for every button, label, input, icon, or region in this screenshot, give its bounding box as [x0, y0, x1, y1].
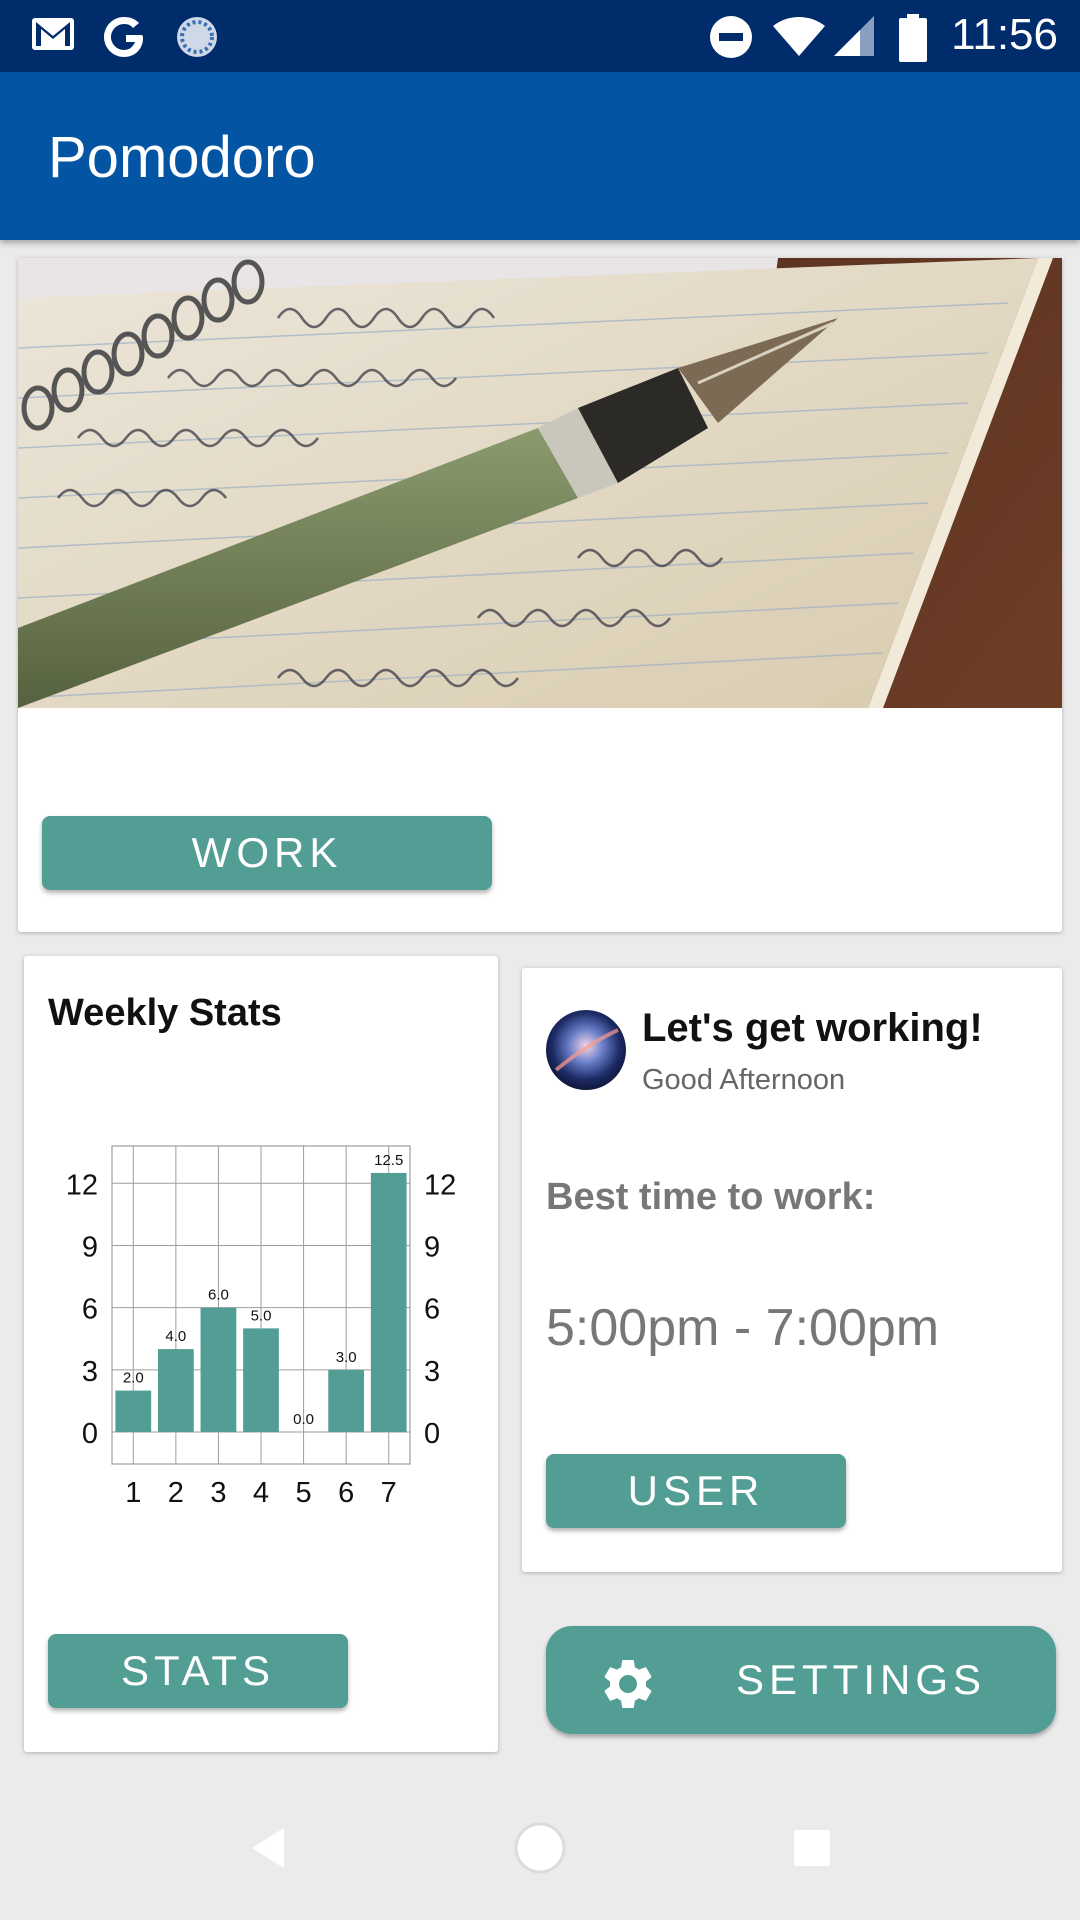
bar-day-3: [200, 1307, 237, 1432]
signal-icon: [834, 16, 874, 56]
x-tick-label: 1: [125, 1477, 141, 1509]
greeting-title: Let's get working!: [642, 1006, 983, 1050]
y-tick-label-left: 0: [82, 1418, 98, 1450]
greeting-subtitle: Good Afternoon: [642, 1064, 846, 1096]
y-tick-label-left: 3: [82, 1356, 98, 1388]
settings-label: SETTINGS: [736, 1656, 987, 1703]
clock: 11:56: [951, 10, 1058, 59]
x-tick-label: 3: [210, 1477, 226, 1509]
bar-value-label: 6.0: [208, 1287, 229, 1304]
y-tick-label-right: 0: [424, 1418, 440, 1450]
y-tick-label-right: 6: [424, 1294, 440, 1326]
y-tick-label-right: 3: [424, 1356, 440, 1388]
x-tick-label: 7: [381, 1477, 397, 1509]
bar-value-label: 4.0: [165, 1328, 186, 1345]
x-tick-label: 6: [338, 1477, 354, 1509]
navigation-bar: [0, 1780, 1080, 1920]
x-tick-label: 2: [168, 1477, 184, 1509]
bar-value-label: 3.0: [336, 1349, 357, 1366]
work-button[interactable]: WORK: [42, 816, 492, 890]
sync-icon: [177, 17, 217, 57]
battery-icon: [899, 14, 927, 62]
home-icon[interactable]: [512, 1820, 568, 1876]
y-tick-label-left: 12: [66, 1169, 98, 1201]
y-tick-label-right: 12: [424, 1169, 456, 1201]
y-tick-label-left: 6: [82, 1294, 98, 1326]
weekly-stats-card: Weekly Stats 0 0 3 3 6 6 9 9 12 12 2.0 1 4.0 2 6.0 3 5.0…: [24, 956, 498, 1752]
user-button[interactable]: USER: [546, 1454, 846, 1528]
wifi-icon: [773, 17, 825, 56]
weekly-stats-title: Weekly Stats: [48, 992, 282, 1034]
stats-button[interactable]: STATS: [48, 1634, 348, 1708]
best-time-value: 5:00pm - 7:00pm: [546, 1299, 940, 1357]
weekly-stats-chart: 0 0 3 3 6 6 9 9 12 12 2.0 1 4.0 2 6.0 3 5.0 4 0.0 5 3.0 6 12.5…: [66, 1145, 456, 1509]
google-icon: [104, 17, 143, 57]
user-card: Let's get working! Good Afternoon Best t…: [522, 968, 1062, 1572]
bar-day-2: [157, 1349, 194, 1432]
recents-icon[interactable]: [792, 1828, 832, 1868]
gmail-icon: [32, 18, 74, 50]
avatar: [546, 1010, 626, 1090]
bar-value-label: 5.0: [251, 1307, 272, 1324]
x-tick-label: 4: [253, 1477, 269, 1509]
y-tick-label-left: 9: [82, 1231, 98, 1263]
bar-value-label: 12.5: [374, 1152, 403, 1169]
settings-button[interactable]: SETTINGS: [546, 1626, 1056, 1734]
notebook-pen-image: [18, 258, 1062, 708]
back-icon[interactable]: [248, 1826, 288, 1870]
bar-day-6: [328, 1369, 365, 1432]
x-tick-label: 5: [296, 1477, 312, 1509]
gear-icon: [604, 1659, 652, 1708]
bar-day-1: [115, 1390, 152, 1432]
app-title: Pomodoro: [48, 125, 316, 190]
bar-day-7: [370, 1172, 407, 1432]
work-card: WORK: [18, 258, 1062, 932]
status-bar: 11:56: [0, 0, 1080, 72]
bar-value-label: 2.0: [123, 1370, 144, 1387]
y-tick-label-right: 9: [424, 1231, 440, 1263]
app-bar: Pomodoro: [0, 72, 1080, 240]
bar-day-4: [243, 1328, 279, 1432]
best-time-label: Best time to work:: [546, 1176, 876, 1218]
do-not-disturb-icon: [710, 16, 752, 58]
bar-value-label: 0.0: [293, 1411, 314, 1428]
